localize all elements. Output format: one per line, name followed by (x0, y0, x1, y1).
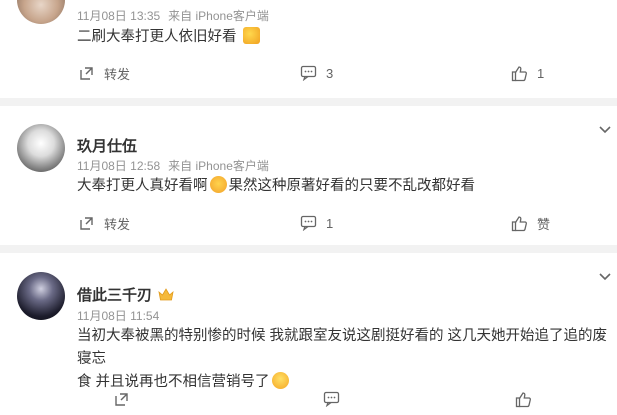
comment-icon (300, 215, 317, 231)
comment-button[interactable]: 1 (300, 211, 333, 235)
comment-text-line: 当初大奉被黑的特别惨的时候 我就跟室友说这剧挺好看的 这几天她开始追了追的废寝忘 (77, 328, 608, 367)
comment-card: 玖月仕伍 11月08日 12:58 来自 iPhone客户端 大奉打更人真好看啊 果… (0, 106, 617, 243)
repost-button[interactable] (113, 387, 130, 411)
comment-text-part: 二刷大奉打更人依旧好看 (77, 29, 237, 45)
repost-label: 转发 (104, 216, 131, 232)
separator (0, 98, 617, 106)
comment-text: 二刷大奉打更人依旧好看 (77, 26, 617, 49)
thumbs-up-icon (511, 215, 527, 231)
username[interactable]: 玖月仕伍 (77, 135, 137, 156)
avatar[interactable] (17, 124, 65, 172)
like-label: 赞 (537, 216, 551, 232)
repost-button[interactable]: 转发 (78, 61, 130, 85)
comment-text: 大奉打更人真好看啊 果然这种原著好看的只要不乱改都好看 (77, 175, 617, 198)
like-button[interactable]: 1 (511, 61, 544, 85)
avatar[interactable] (17, 272, 65, 320)
comment-card: 11月08日 13:35 来自 iPhone客户端 二刷大奉打更人依旧好看 转发 … (0, 0, 617, 95)
repost-icon (80, 216, 93, 230)
username-text: 借此三千刃 (77, 287, 153, 304)
like-count: 1 (537, 65, 545, 81)
thumbs-up-icon (515, 391, 531, 407)
chevron-down-icon[interactable] (598, 125, 612, 135)
repost-icon (80, 66, 93, 80)
comment-button[interactable]: 3 (300, 61, 333, 85)
comment-date: 11月08日 11:54 (77, 309, 160, 323)
comment-actions (0, 387, 617, 411)
comment-icon (323, 391, 340, 407)
like-button[interactable]: 赞 (511, 211, 550, 235)
comment-button[interactable] (323, 387, 340, 411)
comment-text-part: 大奉打更人真好看啊 (77, 178, 208, 194)
crown-badge-icon (158, 287, 174, 300)
heart-eyes-emoji-icon (209, 176, 227, 193)
separator (0, 245, 617, 253)
avatar[interactable] (17, 0, 65, 24)
flower-emoji-icon (242, 27, 260, 44)
comment-text: 当初大奉被黑的特别惨的时候 我就跟室友说这剧挺好看的 这几天她开始追了追的废寝忘… (77, 325, 617, 394)
repost-label: 转发 (104, 66, 131, 82)
comment-card: 借此三千刃 11月08日 11:54 当初大奉被黑的特别惨的时候 我就跟室友说这… (0, 253, 617, 415)
comment-meta: 11月08日 11:54 (77, 307, 167, 324)
chevron-down-icon[interactable] (598, 272, 612, 282)
comment-icon (300, 65, 317, 81)
comment-text-part: 果然这种原著好看的只要不乱改都好看 (228, 178, 476, 194)
comment-date: 11月08日 12:58 (77, 159, 161, 173)
repost-button[interactable]: 转发 (78, 211, 130, 235)
comment-actions: 转发 3 1 (0, 61, 617, 85)
thumbs-up-icon (511, 65, 527, 81)
comment-source: 来自 iPhone客户端 (168, 159, 269, 173)
comment-actions: 转发 1 赞 (0, 211, 617, 235)
comment-meta: 11月08日 13:35 来自 iPhone客户端 (77, 7, 277, 24)
username-text: 玖月仕伍 (77, 138, 138, 155)
comment-count: 3 (326, 65, 334, 81)
username[interactable]: 借此三千刃 (77, 284, 174, 305)
repost-icon (115, 392, 128, 406)
like-button[interactable] (515, 387, 532, 411)
comment-source: 来自 iPhone客户端 (168, 9, 269, 23)
comment-date: 11月08日 13:35 (77, 9, 161, 23)
comment-count: 1 (326, 215, 334, 231)
comment-meta: 11月08日 12:58 来自 iPhone客户端 (77, 157, 277, 174)
